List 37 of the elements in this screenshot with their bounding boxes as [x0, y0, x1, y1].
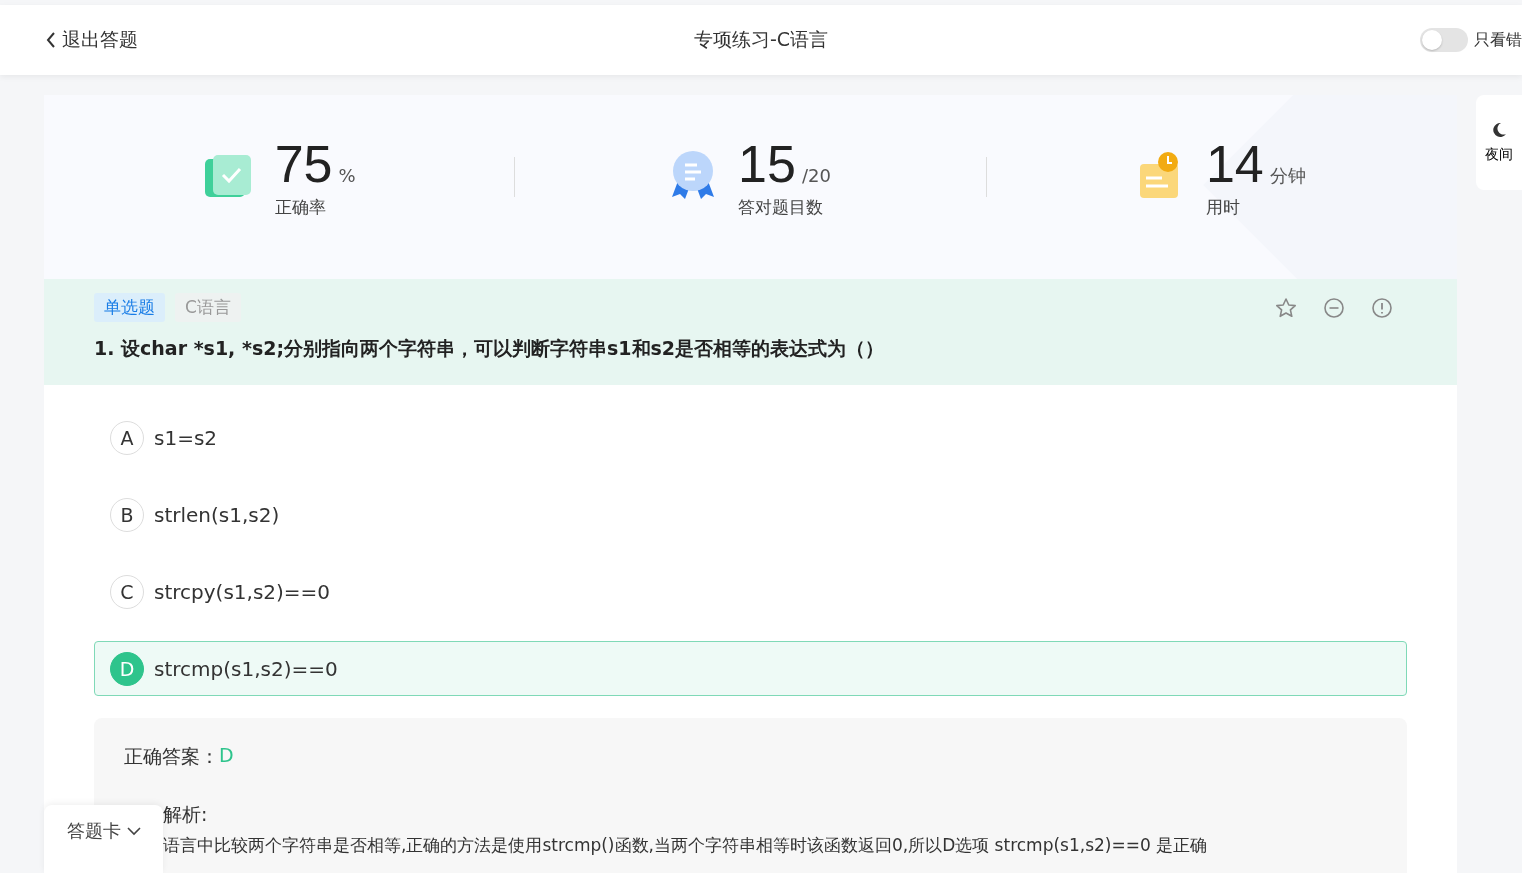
stat-label: 答对题目数 — [738, 195, 825, 219]
night-mode-button[interactable]: 夜间 — [1476, 95, 1522, 190]
moon-icon — [1491, 121, 1507, 138]
answer-value: D — [219, 744, 234, 768]
page-title: 专项练习-C语言 — [693, 28, 829, 50]
option-letter: D — [110, 651, 144, 686]
back-button[interactable]: 退出答题 — [46, 27, 138, 53]
analysis-label: 解析: — [162, 802, 209, 827]
option-letter: A — [110, 420, 144, 455]
info-icon[interactable] — [1371, 296, 1393, 319]
answer-option[interactable]: A s1=s2 — [94, 410, 1407, 465]
star-icon[interactable] — [1275, 296, 1297, 319]
medal-icon — [670, 149, 717, 201]
chevron-down-icon — [126, 826, 141, 836]
answer-card-button[interactable]: 答题卡 — [44, 805, 163, 873]
stat-label: 正确率 — [274, 195, 327, 219]
answer-option[interactable]: C strcpy(s1,s2)==0 — [94, 564, 1407, 619]
minus-circle-icon[interactable] — [1323, 296, 1345, 319]
question-text: 1. 设char *s1, *s2;分别指向两个字符串，可以判断字符串s1和s2是否相等的表达式为（） — [94, 336, 886, 361]
stat-label: 用时 — [1205, 195, 1241, 219]
answer-option[interactable]: B strlen(s1,s2) — [94, 487, 1407, 542]
analysis-text: 语言中比较两个字符串是否相等,正确的方法是使用strcmp()函数,当两个字符串相等时该函数返回0,所以D选项 strcmp(s1,s2)==0 是正确 — [162, 834, 1209, 857]
answer-option[interactable]: D strcmp(s1,s2)==0 — [94, 641, 1407, 696]
chevron-left-icon — [46, 31, 56, 49]
toggle-label: 只看错 — [1474, 29, 1522, 51]
question-type-tag: 单选题 — [94, 293, 165, 322]
stat-unit: 分钟 — [1269, 163, 1306, 188]
stat-unit: /20 — [801, 164, 831, 186]
option-letter: C — [110, 574, 144, 609]
stat-unit: % — [338, 164, 356, 186]
wrong-only-toggle[interactable] — [1420, 28, 1468, 52]
stat-value: 15 — [738, 135, 796, 192]
answer-label: 正确答案： — [124, 744, 219, 769]
subject-tag: C语言 — [175, 293, 241, 322]
stat-value: 75 — [274, 135, 333, 192]
option-letter: B — [110, 497, 144, 532]
stat-value: 14 — [1205, 135, 1264, 192]
